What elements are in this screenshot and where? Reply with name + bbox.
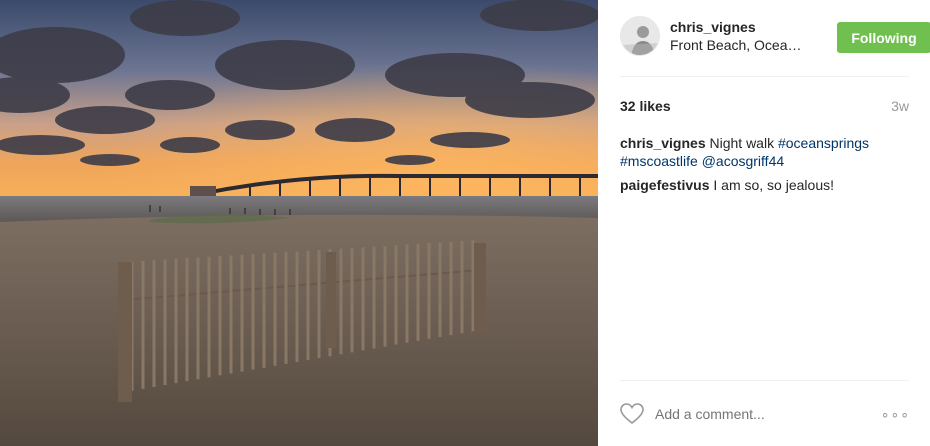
post-footer: ∘∘∘ xyxy=(620,400,910,430)
location-link[interactable]: Front Beach, Ocean Springs xyxy=(670,37,802,53)
following-button[interactable]: Following xyxy=(837,22,930,53)
comment-username[interactable]: chris_vignes xyxy=(620,135,706,151)
hashtag-link[interactable]: #oceansprings xyxy=(778,135,869,151)
post-photo[interactable] xyxy=(0,0,598,446)
header-divider xyxy=(620,76,909,77)
post-age: 3w xyxy=(891,98,909,114)
add-comment-input[interactable] xyxy=(655,406,855,422)
username[interactable]: chris_vignes xyxy=(670,19,756,35)
comment-username[interactable]: paigefestivus xyxy=(620,177,709,193)
footer-divider xyxy=(620,380,909,381)
hashtag-link[interactable]: #mscoastlife xyxy=(620,153,698,169)
comment-item: chris_vignes Night walk #oceansprings #m… xyxy=(620,134,910,170)
comment-text: I am so, so jealous! xyxy=(713,177,834,193)
likes-count[interactable]: 32 likes xyxy=(620,98,671,114)
more-options-icon[interactable]: ∘∘∘ xyxy=(881,406,910,423)
comments-list: chris_vignes Night walk #oceansprings #m… xyxy=(620,134,910,200)
avatar[interactable] xyxy=(620,16,660,56)
post-side-panel: chris_vignes Front Beach, Ocean Springs … xyxy=(598,0,930,446)
user-photo-icon xyxy=(621,17,659,55)
heart-outline-icon[interactable] xyxy=(620,403,644,425)
comment-text: Night walk xyxy=(709,135,775,151)
comment-item: paigefestivus I am so, so jealous! xyxy=(620,176,910,194)
mention-link[interactable]: @acosgriff44 xyxy=(702,153,784,169)
post-header: chris_vignes Front Beach, Ocean Springs … xyxy=(620,16,930,60)
beach-sunset-image xyxy=(0,0,598,446)
